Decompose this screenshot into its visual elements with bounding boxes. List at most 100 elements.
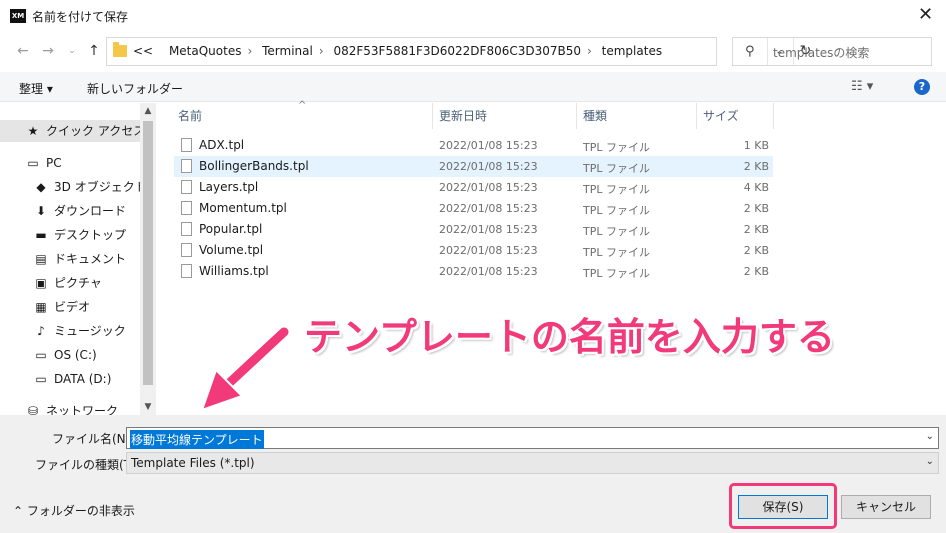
search-icon: ⚲	[745, 44, 755, 59]
file-date: 2022/01/08 15:23	[439, 160, 538, 173]
chevron-down-icon[interactable]: ⌄	[926, 456, 934, 467]
file-row[interactable]: Volume.tpl 2022/01/08 15:23 TPL ファイル 2 K…	[174, 240, 773, 261]
close-icon[interactable]: ✕	[905, 0, 946, 32]
sidebar-item-drive-d[interactable]: ▭ DATA (D:)	[0, 368, 140, 390]
scrollbar-thumb[interactable]	[143, 121, 153, 385]
file-type: TPL ファイル	[583, 162, 650, 175]
file-icon	[181, 159, 192, 173]
file-date: 2022/01/08 15:23	[439, 181, 538, 194]
sidebar-item-drive-c[interactable]: ▭ OS (C:)	[0, 344, 140, 366]
breadcrumb-hash-folder[interactable]: 082F53F5881F3D6022DF806C3D307B50	[333, 44, 581, 58]
hide-folders-toggle[interactable]: ⌃ フォルダーの非表示	[13, 502, 135, 519]
filename-field[interactable]: 移動平均線テンプレート ⌄	[126, 427, 939, 449]
window-title: 名前を付けて保存	[32, 10, 129, 24]
cancel-button[interactable]: キャンセル	[841, 495, 931, 519]
file-date: 2022/01/08 15:23	[439, 223, 538, 236]
sidebar-item-music[interactable]: ♪ ミュージック	[0, 320, 140, 342]
file-name: Momentum.tpl	[199, 201, 287, 215]
sidebar-item-pc[interactable]: ▭ PC	[0, 152, 140, 174]
file-icon	[181, 180, 192, 194]
file-icon	[181, 138, 192, 152]
column-header-type[interactable]: 種類	[583, 103, 607, 129]
scroll-up-icon[interactable]: ▲	[140, 103, 156, 119]
file-row[interactable]: ADX.tpl 2022/01/08 15:23 TPL ファイル 1 KB	[174, 135, 773, 156]
picture-icon: ▣	[35, 276, 47, 290]
file-date: 2022/01/08 15:23	[439, 244, 538, 257]
pc-icon: ▭	[27, 156, 39, 170]
file-row[interactable]: Popular.tpl 2022/01/08 15:23 TPL ファイル 2 …	[174, 219, 773, 240]
column-divider[interactable]	[696, 103, 697, 129]
filetype-value: Template Files (*.tpl)	[131, 456, 255, 470]
drive-c-icon: ▭	[35, 348, 47, 362]
breadcrumb-metaquotes[interactable]: MetaQuotes	[169, 44, 242, 58]
scroll-down-icon[interactable]: ▼	[140, 399, 156, 415]
column-header-size[interactable]: サイズ	[703, 103, 739, 129]
file-size: 1 KB	[743, 139, 769, 152]
breadcrumb-overflow[interactable]: <<	[133, 44, 153, 58]
save-button[interactable]: 保存(S)	[738, 495, 828, 519]
file-row[interactable]: Momentum.tpl 2022/01/08 15:23 TPL ファイル 2…	[174, 198, 773, 219]
chevron-down-icon[interactable]: ⌄	[926, 431, 934, 442]
file-name: Williams.tpl	[199, 264, 269, 278]
file-row[interactable]: Layers.tpl 2022/01/08 15:23 TPL ファイル 4 K…	[174, 177, 773, 198]
sidebar-scrollbar[interactable]: ▲ ▼	[140, 103, 156, 415]
sidebar-item-network[interactable]: ⛁ ネットワーク	[0, 400, 140, 415]
address-bar[interactable]: << MetaQuotes › Terminal › 082F53F5881F3D6…	[106, 37, 811, 66]
breadcrumb: << MetaQuotes › Terminal › 082F53F5881F3D6…	[133, 44, 663, 58]
sidebar-item-pictures[interactable]: ▣ ピクチャ	[0, 272, 140, 294]
sidebar-item-desktop[interactable]: ▬ デスクトップ	[0, 224, 140, 246]
column-divider[interactable]	[432, 103, 433, 129]
up-arrow-icon[interactable]: ↑	[84, 41, 104, 61]
file-type: TPL ファイル	[583, 183, 650, 196]
search-box[interactable]: ⚲ templatesの検索	[732, 37, 932, 66]
sidebar-item-documents[interactable]: ▤ ドキュメント	[0, 248, 140, 270]
star-icon: ★	[27, 124, 39, 138]
file-type: TPL ファイル	[583, 246, 650, 259]
column-header-date[interactable]: 更新日時	[439, 103, 487, 129]
navigation-pane: ★ クイック アクセス ▭ PC ◆ 3D オブジェクト ⬇ ダウンロード ▬ …	[0, 103, 156, 415]
file-icon	[181, 222, 192, 236]
sidebar-item-videos[interactable]: ▦ ビデオ	[0, 296, 140, 318]
organize-button[interactable]: 整理 ▾	[19, 80, 53, 97]
recent-chevron-icon[interactable]: ⌄	[62, 41, 82, 61]
column-header-name[interactable]: 名前	[178, 103, 202, 129]
breadcrumb-terminal[interactable]: Terminal	[262, 44, 313, 58]
file-icon	[181, 201, 192, 215]
search-input[interactable]: templatesの検索	[773, 44, 869, 61]
forward-arrow-icon[interactable]: →	[38, 41, 58, 61]
sidebar-item-downloads[interactable]: ⬇ ダウンロード	[0, 200, 140, 222]
download-icon: ⬇	[35, 204, 47, 218]
file-date: 2022/01/08 15:23	[439, 265, 538, 278]
file-name: BollingerBands.tpl	[199, 159, 309, 173]
file-row[interactable]: Williams.tpl 2022/01/08 15:23 TPL ファイル 2…	[174, 261, 773, 282]
annotation-text: テンプレートの名前を入力する	[304, 315, 835, 359]
file-size: 2 KB	[743, 244, 769, 257]
drive-d-icon: ▭	[35, 372, 47, 386]
file-icon	[181, 264, 192, 278]
file-name: Layers.tpl	[199, 180, 259, 194]
new-folder-button[interactable]: 新しいフォルダー	[87, 80, 183, 97]
help-icon[interactable]: ?	[914, 79, 930, 95]
filename-input[interactable]: 移動平均線テンプレート	[130, 430, 264, 449]
document-icon: ▤	[35, 252, 47, 266]
back-arrow-icon[interactable]: ←	[13, 41, 33, 61]
file-name: ADX.tpl	[199, 138, 245, 152]
music-icon: ♪	[37, 324, 45, 338]
command-toolbar: 整理 ▾ 新しいフォルダー ☷ ▾ ?	[0, 72, 946, 102]
column-divider[interactable]	[773, 103, 774, 129]
view-options-icon[interactable]: ☷ ▾	[851, 79, 873, 94]
file-size: 2 KB	[743, 265, 769, 278]
sidebar-item-3d-objects[interactable]: ◆ 3D オブジェクト	[0, 176, 146, 198]
breadcrumb-templates[interactable]: templates	[602, 44, 662, 58]
sidebar-item-quick-access[interactable]: ★ クイック アクセス	[0, 120, 145, 142]
filetype-select[interactable]: Template Files (*.tpl) ⌄	[126, 452, 939, 474]
file-type: TPL ファイル	[583, 204, 650, 217]
column-divider[interactable]	[576, 103, 577, 129]
app-icon: XM	[10, 9, 26, 23]
file-size: 4 KB	[743, 181, 769, 194]
file-date: 2022/01/08 15:23	[439, 202, 538, 215]
file-row[interactable]: BollingerBands.tpl 2022/01/08 15:23 TPL …	[174, 156, 773, 177]
file-size: 2 KB	[743, 223, 769, 236]
title-bar: XM 名前を付けて保存 ✕	[0, 0, 946, 32]
cube-icon: ◆	[36, 180, 46, 194]
